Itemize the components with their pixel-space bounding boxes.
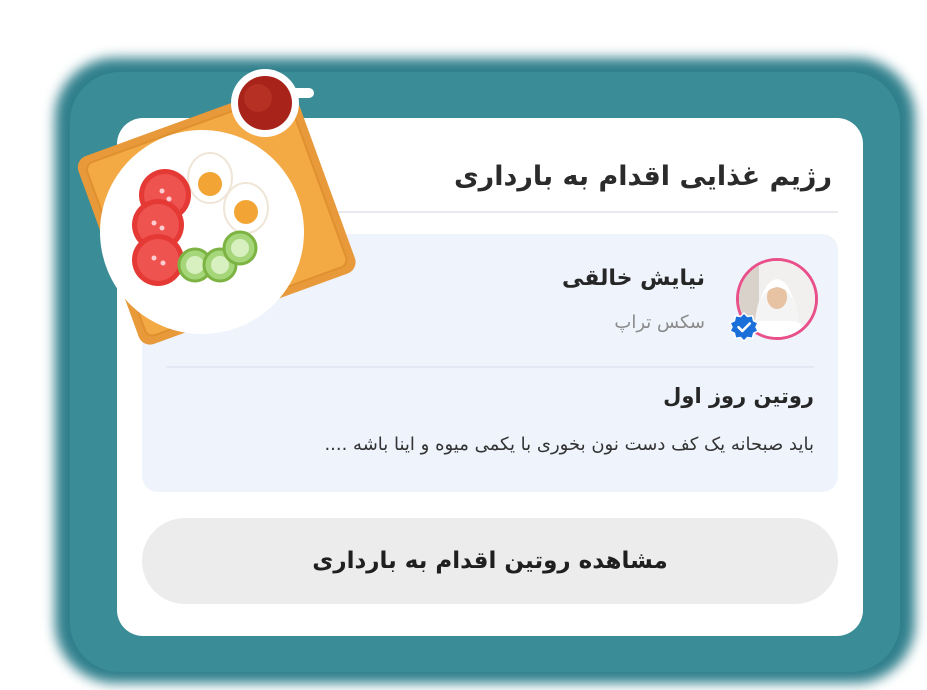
author-role: سکس تراپ [614, 312, 705, 333]
post-body: باید صبحانه یک کف دست نون بخوری با یکمی … [324, 434, 814, 455]
post-divider [166, 366, 814, 368]
card-title: رژیم غذایی اقدام به بارداری [453, 161, 832, 192]
author-name[interactable]: نیایش خالقی [562, 266, 705, 291]
view-routine-button[interactable]: مشاهده روتین اقدام به بارداری [142, 518, 838, 604]
post-title: روتین روز اول [663, 384, 814, 408]
breakfast-plate-illustration [77, 69, 356, 345]
verified-badge-icon [729, 312, 759, 342]
